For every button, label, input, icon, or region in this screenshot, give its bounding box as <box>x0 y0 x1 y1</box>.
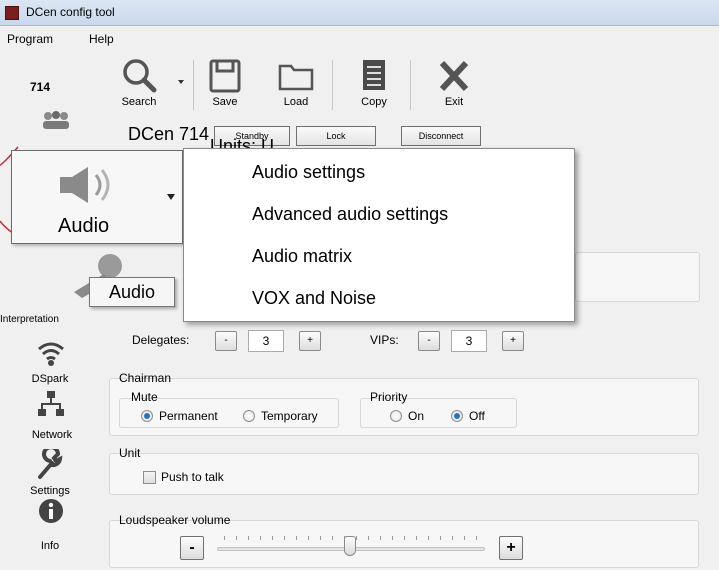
copy-label: Copy <box>361 96 387 108</box>
device-number-label[interactable]: 714 <box>30 80 50 94</box>
device-title: DCen 714 <box>128 124 210 144</box>
nav-label-dspark[interactable]: DSpark <box>0 373 100 385</box>
slider-tick <box>476 536 477 540</box>
priority-off-radio[interactable] <box>451 410 463 422</box>
search-button[interactable]: Search <box>110 56 168 112</box>
vips-plus-button[interactable]: + <box>502 331 524 351</box>
volume-slider-thumb[interactable] <box>344 536 356 556</box>
volume-minus-button[interactable]: - <box>180 536 204 560</box>
mute-temporary-label: Temporary <box>261 409 318 423</box>
nav-label-settings[interactable]: Settings <box>0 485 100 497</box>
mute-title: Mute <box>131 390 158 404</box>
slider-tick <box>308 536 309 540</box>
audio-button[interactable]: Audio <box>11 150 183 244</box>
slider-tick <box>248 536 249 540</box>
folder-icon <box>278 64 314 91</box>
nav-label-interpretation[interactable]: Interpretation <box>0 314 100 325</box>
slider-tick <box>296 536 297 540</box>
audio-button-label: Audio <box>58 215 110 237</box>
save-icon <box>209 59 241 93</box>
info-icon[interactable] <box>38 498 64 527</box>
slider-tick <box>236 536 237 540</box>
slider-tick <box>368 536 369 540</box>
menu-item-audio-matrix[interactable]: Audio matrix <box>252 246 352 267</box>
wifi-icon[interactable] <box>36 338 66 371</box>
push-to-talk-checkbox[interactable] <box>143 471 156 484</box>
chairman-title: Chairman <box>119 371 172 385</box>
title-bar: DCen config tool <box>0 0 719 26</box>
slider-tick <box>380 536 381 540</box>
mute-temporary-radio[interactable] <box>243 410 255 422</box>
slider-tick <box>332 536 333 540</box>
app-icon <box>5 6 19 20</box>
slider-tick <box>428 536 429 540</box>
search-dropdown-arrow[interactable] <box>178 73 184 87</box>
slider-tick <box>224 536 225 540</box>
delegates-label: Delegates: <box>132 333 190 347</box>
slider-tick <box>392 536 393 540</box>
lock-button[interactable]: Lock <box>296 126 376 146</box>
disconnect-button[interactable]: Disconnect <box>401 126 481 146</box>
save-label: Save <box>212 96 238 108</box>
chevron-down-icon <box>167 194 175 200</box>
audio-dropdown-menu: Audio settings Advanced audio settings A… <box>183 148 575 322</box>
slider-tick <box>416 536 417 540</box>
slider-tick <box>464 536 465 540</box>
copy-button[interactable]: Copy <box>345 56 403 112</box>
slider-tick <box>284 536 285 540</box>
slider-tick <box>356 536 357 540</box>
slider-tick <box>260 536 261 540</box>
window-title: DCen config tool <box>26 5 115 19</box>
exit-button[interactable]: Exit <box>425 56 483 112</box>
menu-program[interactable]: Program <box>7 32 53 46</box>
exit-label: Exit <box>444 96 464 108</box>
close-icon <box>439 60 469 92</box>
vips-value-field[interactable]: 3 <box>451 330 487 352</box>
slider-tick <box>272 536 273 540</box>
volume-plus-button[interactable]: + <box>499 536 523 560</box>
speaker-icon <box>60 167 110 203</box>
save-button[interactable]: Save <box>196 56 254 112</box>
delegates-minus-button[interactable]: - <box>215 331 237 351</box>
menu-item-advanced-audio-settings[interactable]: Advanced audio settings <box>252 204 448 225</box>
unit-title: Unit <box>119 446 141 460</box>
vips-minus-button[interactable]: - <box>418 331 440 351</box>
priority-title: Priority <box>370 390 408 404</box>
mute-permanent-radio[interactable] <box>141 410 153 422</box>
push-to-talk-label: Push to talk <box>161 470 224 484</box>
menu-item-audio-settings[interactable]: Audio settings <box>252 162 365 183</box>
slider-tick <box>440 536 441 540</box>
delegates-plus-button[interactable]: + <box>299 331 321 351</box>
delegates-value-field[interactable]: 3 <box>248 330 284 352</box>
priority-off-label: Off <box>469 409 485 423</box>
toolbar-separator <box>410 60 411 110</box>
toolbar-separator <box>332 60 333 110</box>
priority-on-label: On <box>408 409 425 423</box>
priority-on-radio[interactable] <box>390 410 402 422</box>
network-icon[interactable] <box>38 391 64 424</box>
slider-tick <box>320 536 321 540</box>
mute-permanent-label: Permanent <box>159 409 218 423</box>
load-label: Load <box>283 96 309 108</box>
menu-bar: Program Help <box>0 26 719 54</box>
menu-help[interactable]: Help <box>89 32 114 46</box>
nav-label-info[interactable]: Info <box>0 540 100 552</box>
copy-icon <box>363 60 385 90</box>
load-button[interactable]: Load <box>267 56 325 112</box>
slider-tick <box>452 536 453 540</box>
loudspeaker-title: Loudspeaker volume <box>119 513 231 527</box>
search-icon <box>123 59 157 93</box>
nav-label-network[interactable]: Network <box>0 429 107 441</box>
toolbar-separator <box>193 60 194 110</box>
slider-tick <box>404 536 405 540</box>
vips-label: VIPs: <box>370 333 399 347</box>
users-icon[interactable] <box>40 111 72 132</box>
audio-group-box <box>575 252 700 302</box>
search-label: Search <box>121 96 157 108</box>
wrench-icon[interactable] <box>36 445 66 484</box>
audio-tooltip: Audio <box>89 277 175 307</box>
menu-item-vox-and-noise[interactable]: VOX and Noise <box>252 288 376 309</box>
